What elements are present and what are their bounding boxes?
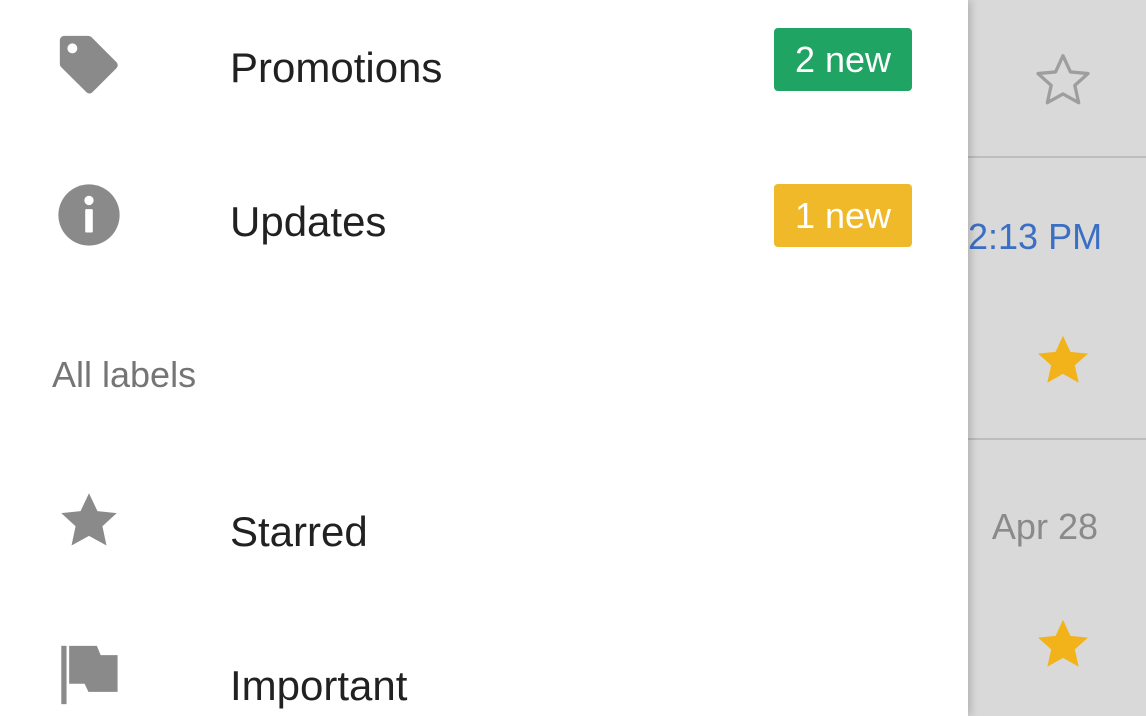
inbox-row[interactable] [968,0,1146,156]
star-filled-icon[interactable] [1030,612,1096,678]
drawer-item-label: Important [230,662,408,709]
new-count-badge: 1 new [774,184,912,247]
inbox-row[interactable]: Apr 28 [968,440,1146,716]
info-icon [58,184,120,246]
star-outline-icon[interactable] [1030,48,1096,114]
navigation-drawer: Promotions 2 new Updates 1 new All label… [0,0,968,716]
drawer-item-label: Starred [230,508,368,555]
star-filled-icon[interactable] [1030,328,1096,394]
tag-icon [59,35,118,94]
drawer-item-label: Updates [230,198,387,245]
drawer-item-updates[interactable]: Updates 1 new [0,158,968,278]
drawer-item-important[interactable]: Important [0,622,968,716]
inbox-time: Apr 28 [991,506,1098,547]
important-flag-icon [61,645,118,705]
drawer-item-promotions[interactable]: Promotions 2 new [0,6,968,126]
new-count-badge: 2 new [774,28,912,91]
section-header-all-labels: All labels [52,354,197,395]
screen: 2:13 PM Apr 28 Promotions 2 new Updates … [0,0,1146,716]
drawer-item-label: Promotions [230,44,443,91]
inbox-row[interactable]: 2:13 PM [968,158,1146,438]
drawer-item-starred[interactable]: Starred [0,466,968,586]
inbox-time: 2:13 PM [968,216,1103,257]
star-icon [61,493,117,546]
